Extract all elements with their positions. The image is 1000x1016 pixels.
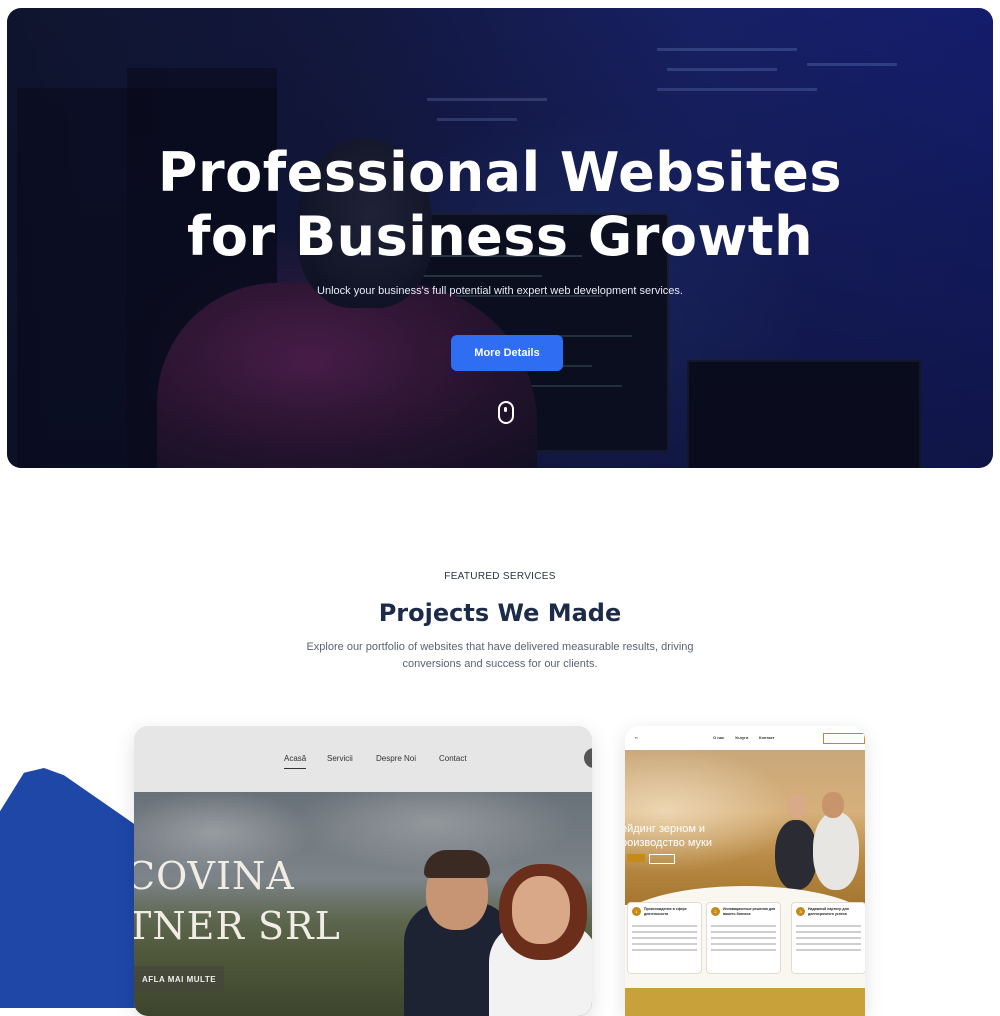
feature-title: Происхождение в сфере деятельности xyxy=(644,907,687,916)
project-card-bucovina[interactable]: Acasă Servicii Despre Noi Contact COVINA… xyxy=(134,726,592,1016)
section-title: Projects We Made xyxy=(378,599,622,627)
hero-subtitle: Unlock your business's full potential wi… xyxy=(317,285,683,297)
hero-title-line1: Professional Websites xyxy=(157,141,843,204)
project2-nav-button[interactable] xyxy=(823,733,865,744)
project1-cta-button[interactable]: AFLA MAI MULTE xyxy=(134,966,224,992)
section-eyebrow: FEATURED SERVICES xyxy=(444,571,556,582)
hero-banner: Professional Websites for Business Growt… xyxy=(7,8,993,468)
feature-title: Инновационные решения для вашего бизнеса xyxy=(723,907,776,916)
woman-figure xyxy=(775,820,817,890)
project1-menu-icon[interactable] xyxy=(584,748,592,768)
project2-hero-image: ейдинг зерном и роизводство муки xyxy=(625,750,865,905)
man-figure xyxy=(813,812,859,890)
project1-navbar: Acasă Servicii Despre Noi Contact xyxy=(134,726,592,792)
project2-nav-item[interactable]: Услуги xyxy=(735,735,748,740)
woman-face xyxy=(787,794,807,818)
project1-headline-line2: TNER SRL xyxy=(134,904,341,948)
feature-number: 1 xyxy=(632,907,641,916)
hero-title: Professional Websites for Business Growt… xyxy=(7,141,993,269)
project2-feature-card: 1 Происхождение в сфере деятельности xyxy=(627,902,702,974)
feature-number: 3 xyxy=(796,907,805,916)
feature-title: Надежный партнер для долгосрочного успех… xyxy=(808,907,849,916)
project2-hero-title: ейдинг зерном и роизводство муки xyxy=(625,822,712,850)
project2-hero-title-line2: роизводство муки xyxy=(625,837,713,849)
project1-headline-line1: COVINA xyxy=(134,854,295,898)
more-details-button[interactable]: More Details xyxy=(451,335,563,371)
project2-feature-card: 3 Надежный партнер для долгосрочного усп… xyxy=(791,902,865,974)
project-card-grain-trading[interactable]: ▪▪ О нас Услуги Контакт ейдинг зерном и … xyxy=(625,726,865,1016)
project2-hero-title-line1: ейдинг зерном и xyxy=(625,823,706,835)
project2-nav-item[interactable]: О нас xyxy=(713,735,724,740)
hero-title-line2: for Business Growth xyxy=(186,205,814,268)
project2-hero-button[interactable] xyxy=(627,854,645,862)
mouse-scroll-icon[interactable] xyxy=(498,401,514,424)
project2-nav-item[interactable]: Контакт xyxy=(759,735,774,740)
project2-footer-band xyxy=(625,988,865,1016)
businesswoman-face xyxy=(512,876,570,944)
businessman-hair xyxy=(424,850,490,878)
project2-feature-card: 2 Инновационные решения для вашего бизне… xyxy=(706,902,781,974)
project1-nav-item[interactable]: Despre Noi xyxy=(376,754,416,763)
section-description: Explore our portfolio of websites that h… xyxy=(306,641,694,670)
man-face xyxy=(822,792,844,818)
project2-logo: ▪▪ xyxy=(635,735,638,740)
project2-hero-button-outline[interactable] xyxy=(649,854,675,864)
project1-nav-item[interactable]: Servicii xyxy=(327,754,353,763)
project2-navbar: ▪▪ О нас Услуги Контакт xyxy=(625,726,865,750)
project1-nav-item[interactable]: Contact xyxy=(439,754,467,763)
feature-number: 2 xyxy=(711,907,720,916)
project1-nav-item[interactable]: Acasă xyxy=(284,754,307,769)
